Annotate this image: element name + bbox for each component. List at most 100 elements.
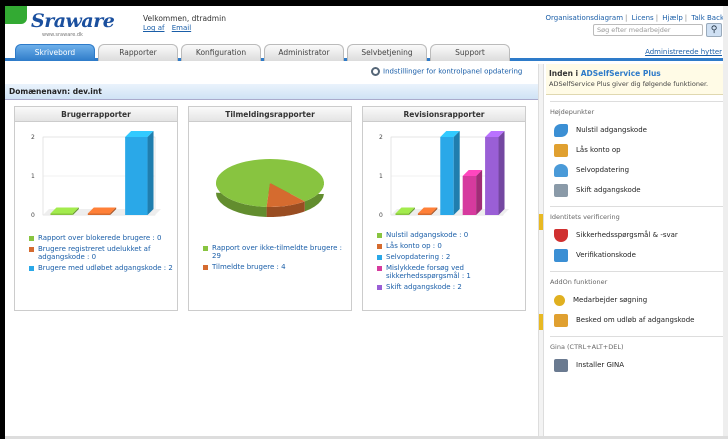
sidebar-item[interactable]: Selvopdatering xyxy=(550,160,724,180)
legend-item[interactable]: Tilmeldte brugere : 4 xyxy=(203,263,351,271)
sidebar-section: Højdepunkter Nulstil adgangskode Lås konto… xyxy=(550,101,724,200)
legend-item[interactable]: Nulstil adgangskode : 0 xyxy=(377,231,525,239)
bar[interactable] xyxy=(462,170,483,215)
shield-icon xyxy=(554,228,568,242)
sidebar-item[interactable]: Verifikationskode xyxy=(550,245,724,265)
sidebar-section-title: Identitets verificering xyxy=(550,213,620,221)
sidebar-item[interactable]: Installer GINA xyxy=(550,355,724,375)
sidebar-item-label: Besked om udløb af adgangskode xyxy=(576,316,695,324)
dashboard-settings-label: Indstillinger for kontrolpanel opdaterin… xyxy=(383,67,523,76)
sidebar-item[interactable]: Besked om udløb af adgangskode xyxy=(550,310,724,330)
y-tick-label: 0 xyxy=(31,212,35,219)
email-link[interactable]: Email xyxy=(172,24,191,32)
panel-title: Tilmeldingsrapporter xyxy=(189,107,351,122)
enrollment-reports-panel: Tilmeldingsrapporter Rapport over ikke-t… xyxy=(188,106,352,311)
tab-reports[interactable]: Rapporter xyxy=(98,44,178,61)
splitter-grip[interactable] xyxy=(539,314,543,330)
audit-reports-chart: 2 1 0 xyxy=(379,131,509,219)
logo: Sraware xyxy=(31,10,115,32)
legend-item[interactable]: Selvopdatering : 2 xyxy=(377,253,525,261)
legend-label: Selvopdatering : 2 xyxy=(386,253,451,261)
logo-subtitle: www.sraware.dk xyxy=(42,32,83,38)
search-input[interactable]: Søg efter medarbejder xyxy=(593,24,703,36)
sidebar-item[interactable]: Sikkerhedsspørgsmål & -svar xyxy=(550,225,724,245)
sidebar-section: Identitets verificering Sikkerhedsspørgsm… xyxy=(550,206,724,265)
product-link[interactable]: ADSelfService Plus xyxy=(581,69,661,78)
printer-icon xyxy=(554,183,568,197)
tab-configuration[interactable]: Konfiguration xyxy=(181,44,261,61)
legend-swatch xyxy=(29,247,34,252)
legend-label: Rapport over blokerede brugere : 0 xyxy=(38,234,162,242)
panel-title: Revisionsrapporter xyxy=(363,107,525,122)
legend-item[interactable]: Rapport over blokerede brugere : 0 xyxy=(29,234,177,242)
search-icon[interactable]: ⚲ xyxy=(706,23,722,37)
legend-swatch xyxy=(377,244,382,249)
sidebar-section-title: Højdepunkter xyxy=(550,108,595,116)
license-link[interactable]: Licens xyxy=(632,14,654,22)
legend-label: Nulstil adgangskode : 0 xyxy=(386,231,469,239)
legend-swatch xyxy=(377,255,382,260)
legend-item[interactable]: Rapport over ikke-tilmeldte brugere : 29 xyxy=(203,244,351,260)
vertical-scrollbar[interactable] xyxy=(723,6,728,439)
sidebar-section: AddOn funktioner Medarbejder søgning Beske… xyxy=(550,271,724,330)
sidebar-section-title: Gina (CTRL+ALT+DEL) xyxy=(550,343,624,351)
legend-item[interactable]: Skift adgangskode : 2 xyxy=(377,283,525,291)
app-window: Sraware www.sraware.dk Velkommen, dtradm… xyxy=(5,6,728,439)
help-link[interactable]: Hjælp xyxy=(662,14,682,22)
legend-item[interactable]: Brugere med udløbet adgangskode : 2 xyxy=(29,264,177,272)
tab-desktop[interactable]: Skrivebord xyxy=(15,44,95,61)
legend-item[interactable]: Lås konto op : 0 xyxy=(377,242,525,250)
sidebar-item-label: Medarbejder søgning xyxy=(573,296,648,304)
sidebar-item-label: Lås konto op xyxy=(576,146,621,154)
sidebar-header: Inden i ADSelfService Plus ADSelfService… xyxy=(546,64,728,95)
sidebar-item-label: Nulstil adgangskode xyxy=(576,126,647,134)
splitter-grip[interactable] xyxy=(539,214,543,230)
tab-self-service[interactable]: Selvbetjening xyxy=(347,44,427,61)
talk-back-link[interactable]: Talk Back xyxy=(691,14,724,22)
legend-swatch xyxy=(29,236,34,241)
phone-icon xyxy=(554,248,568,262)
user-reports-legend: Rapport over blokerede brugere : 0 Bruger… xyxy=(29,234,177,275)
dashboard-settings-link[interactable]: Indstillinger for kontrolpanel opdaterin… xyxy=(371,67,522,76)
legend-swatch xyxy=(203,246,208,251)
tab-admin[interactable]: Administrator xyxy=(264,44,344,61)
legend-swatch xyxy=(29,266,34,271)
user-icon xyxy=(554,163,568,177)
sidebar-item[interactable]: Skift adgangskode xyxy=(550,180,724,200)
org-chart-link[interactable]: Organisationsdiagram xyxy=(546,14,623,22)
bar[interactable] xyxy=(485,131,505,215)
sidebar-item[interactable]: Nulstil adgangskode xyxy=(550,120,724,140)
sidebar-item-label: Selvopdatering xyxy=(576,166,630,174)
mail-icon xyxy=(554,313,568,327)
sidebar-item-label: Sikkerhedsspørgsmål & -svar xyxy=(576,231,678,239)
bar[interactable] xyxy=(440,131,460,215)
logout-link[interactable]: Log af xyxy=(143,24,164,32)
enrollment-reports-chart xyxy=(215,159,324,217)
panel-splitter[interactable] xyxy=(538,64,544,439)
enrollment-reports-legend: Rapport over ikke-tilmeldte brugere : 29… xyxy=(203,244,351,274)
legend-label: Brugere registreret udelukket af adgangs… xyxy=(38,245,151,261)
audit-reports-legend: Nulstil adgangskode : 0 Lås konto op : 0 S… xyxy=(377,231,525,294)
header: Sraware www.sraware.dk Velkommen, dtradm… xyxy=(5,6,728,42)
y-tick-label: 2 xyxy=(379,134,383,141)
legend-item[interactable]: Mislykkede forsøg ved sikkerhedsspørgsmå… xyxy=(377,264,525,280)
bar[interactable] xyxy=(125,131,154,215)
tab-support[interactable]: Support xyxy=(430,44,510,61)
domain-bar: Domænenavn: dev.int xyxy=(5,84,538,100)
sidebar-item-label: Installer GINA xyxy=(576,361,624,369)
search-icon xyxy=(554,294,565,306)
y-tick-label: 2 xyxy=(31,134,35,141)
sidebar-item-label: Skift adgangskode xyxy=(576,186,641,194)
sidebar-section-title: AddOn funktioner xyxy=(550,278,608,286)
welcome-text: Velkommen, dtradmin xyxy=(143,14,226,23)
top-links: Organisationsdiagram | Licens | Hjælp | Tal… xyxy=(545,14,724,22)
sidebar-item[interactable]: Lås konto op xyxy=(550,140,724,160)
sidebar-title: Inden i ADSelfService Plus xyxy=(549,69,661,78)
sidebar-description: ADSelfService Plus giver dig følgende fu… xyxy=(549,80,709,88)
sidebar-sections: Højdepunkter Nulstil adgangskode Lås konto… xyxy=(546,101,728,375)
legend-item[interactable]: Brugere registreret udelukket af adgangs… xyxy=(29,245,177,261)
managed-link[interactable]: Administrerede hytter xyxy=(645,48,722,56)
gear-icon xyxy=(371,67,380,76)
sidebar-item[interactable]: Medarbejder søgning xyxy=(550,290,724,310)
panel-title: Brugerrapporter xyxy=(15,107,177,122)
